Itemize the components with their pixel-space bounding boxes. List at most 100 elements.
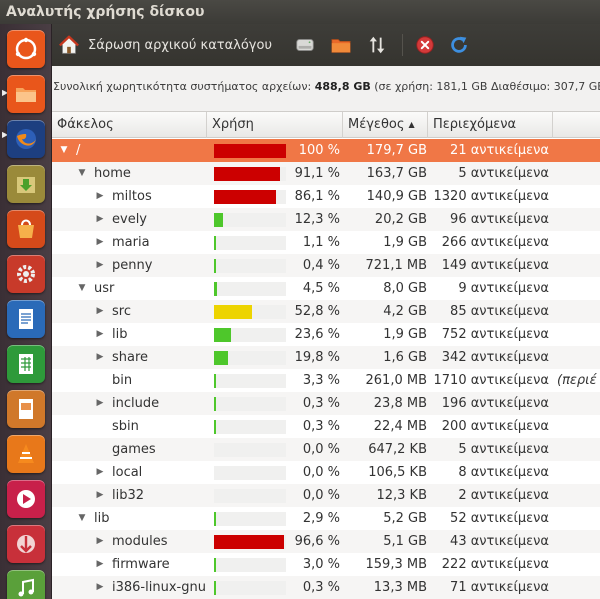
table-row[interactable]: ▶ lib32 0,0 % 12,3 KB 2 αντικείμενα — [52, 484, 600, 507]
dash-icon — [15, 37, 37, 60]
scan-folder-button[interactable] — [330, 32, 352, 58]
expand-arrow-icon[interactable]: ▶ — [94, 323, 106, 346]
folder-size: 5,1 GB — [383, 534, 427, 549]
usage-bar-fill — [214, 351, 228, 365]
table-row[interactable]: ▼ home 91,1 % 163,7 GB 5 αντικείμενα — [52, 162, 600, 185]
item-count: 5 αντικείμενα — [458, 166, 549, 181]
launcher-firefox-button[interactable] — [7, 120, 45, 158]
scan-filesystem-button[interactable] — [294, 32, 316, 58]
item-count: 200 αντικείμενα — [441, 419, 549, 434]
sort-button[interactable] — [366, 32, 388, 58]
writer-icon — [19, 309, 33, 329]
table-row[interactable]: ▶ local 0,0 % 106,5 KB 8 αντικείμενα — [52, 461, 600, 484]
usage-percent: 100 % — [298, 143, 340, 158]
item-count: 85 αντικείμενα — [450, 304, 549, 319]
expand-arrow-icon[interactable]: ▶ — [94, 484, 106, 507]
launcher-files-button[interactable] — [7, 75, 45, 113]
column-header-blank — [553, 112, 600, 138]
launcher-vlc-button[interactable] — [7, 435, 45, 473]
table-row[interactable]: games 0,0 % 647,2 KB 5 αντικείμενα — [52, 438, 600, 461]
expand-arrow-icon[interactable]: ▶ — [94, 346, 106, 369]
table-row[interactable]: sbin 0,3 % 22,4 MB 200 αντικείμενα — [52, 415, 600, 438]
folder-size: 1,9 GB — [383, 327, 427, 342]
expand-arrow-icon[interactable]: ▶ — [94, 461, 106, 484]
column-header-contents[interactable]: Περιεχόμενα — [428, 112, 553, 138]
table-row[interactable]: ▼ usr 4,5 % 8,0 GB 9 αντικείμενα — [52, 277, 600, 300]
column-header-folder[interactable]: Φάκελος — [52, 112, 207, 138]
expand-arrow-icon[interactable]: ▶ — [94, 392, 106, 415]
table-row[interactable]: ▶ maria 1,1 % 1,9 GB 266 αντικείμενα — [52, 231, 600, 254]
expand-arrow-icon[interactable]: ▶ — [94, 553, 106, 576]
item-count: 8 αντικείμενα — [458, 465, 549, 480]
usage-percent: 0,0 % — [302, 442, 340, 457]
table-row[interactable]: ▶ miltos 86,1 % 140,9 GB 1320 αντικείμενα — [52, 185, 600, 208]
table-row[interactable]: ▶ src 52,8 % 4,2 GB 85 αντικείμενα — [52, 300, 600, 323]
launcher-calc-button[interactable] — [7, 345, 45, 383]
table-row[interactable]: bin 3,3 % 261,0 MB 1710 αντικείμενα (περιέ — [52, 369, 600, 392]
usage-percent: 0,3 % — [302, 419, 340, 434]
collapse-arrow-icon[interactable]: ▼ — [76, 507, 88, 530]
launcher-bittorrent-button[interactable] — [7, 525, 45, 563]
folder-name-cell: sbin — [52, 415, 207, 438]
expand-arrow-icon[interactable]: ▶ — [94, 231, 106, 254]
usage-bar-fill — [214, 374, 216, 388]
firefox-icon — [16, 129, 36, 149]
launcher-writer-button[interactable] — [7, 300, 45, 338]
table-row[interactable]: ▶ include 0,3 % 23,8 MB 196 αντικείμενα — [52, 392, 600, 415]
table-row[interactable]: ▶ penny 0,4 % 721,1 MB 149 αντικείμενα — [52, 254, 600, 277]
folder-name: bin — [112, 373, 133, 388]
usage-percent: 0,3 % — [302, 580, 340, 595]
stop-button[interactable] — [414, 32, 436, 58]
usage-bar-fill — [214, 259, 216, 273]
table-row[interactable]: ▶ modules 96,6 % 5,1 GB 43 αντικείμενα — [52, 530, 600, 553]
launcher-impress-button[interactable] — [7, 390, 45, 428]
table-row[interactable]: ▶ firmware 3,0 % 159,3 MB 222 αντικείμενα — [52, 553, 600, 576]
table-row[interactable]: ▶ evely 12,3 % 20,2 GB 96 αντικείμενα — [52, 208, 600, 231]
expand-arrow-icon[interactable]: ▶ — [94, 254, 106, 277]
launcher-media-player-button[interactable] — [7, 480, 45, 518]
launcher-archive-installer-button[interactable] — [7, 165, 45, 203]
window-title: Αναλυτής χρήσης δίσκου — [0, 0, 600, 24]
launcher-music-button[interactable] — [7, 570, 45, 599]
usage-percent: 0,4 % — [302, 258, 340, 273]
folder-tree-table[interactable]: Φάκελος Χρήση Μέγεθος ▲ Περιεχόμενα ▼/100… — [52, 111, 600, 599]
collapse-arrow-icon[interactable]: ▼ — [76, 277, 88, 300]
expand-arrow-icon[interactable]: ▶ — [94, 530, 106, 553]
folder-name: modules — [112, 534, 168, 549]
files-icon — [16, 88, 36, 102]
table-row[interactable]: ▶ lib 23,6 % 1,9 GB 752 αντικείμενα — [52, 323, 600, 346]
vlc-icon — [18, 444, 34, 463]
usage-percent: 52,8 % — [294, 304, 340, 319]
launcher-dash-button[interactable] — [7, 30, 45, 68]
usage-percent: 0,0 % — [302, 465, 340, 480]
collapse-arrow-icon[interactable]: ▼ — [58, 139, 70, 162]
folder-name: sbin — [112, 419, 139, 434]
expand-arrow-icon[interactable]: ▶ — [94, 576, 106, 599]
table-row[interactable]: ▶ i386-linux-gnu 0,3 % 13,3 MB 71 αντικείμεν… — [52, 576, 600, 599]
folder-name-cell: ▶ i386-linux-gnu — [52, 576, 207, 599]
launcher-system-settings-button[interactable] — [7, 255, 45, 293]
table-row[interactable]: ▶ share 19,8 % 1,6 GB 342 αντικείμενα — [52, 346, 600, 369]
launcher-software-center-button[interactable] — [7, 210, 45, 248]
folder-name: games — [112, 442, 156, 457]
item-count: 2 αντικείμενα — [458, 488, 549, 503]
scan-home-button[interactable]: Σάρωση αρχικού καταλόγου — [58, 32, 272, 58]
folder-size: 179,7 GB — [366, 143, 427, 158]
launcher: ▶ ▶ — [0, 24, 52, 599]
refresh-button[interactable] — [448, 32, 470, 58]
item-count: 9 αντικείμενα — [458, 281, 549, 296]
expand-arrow-icon[interactable]: ▶ — [94, 300, 106, 323]
usage-bar-track — [214, 443, 286, 457]
expand-arrow-icon[interactable]: ▶ — [94, 185, 106, 208]
collapse-arrow-icon[interactable]: ▼ — [76, 162, 88, 185]
usage-bar-track — [214, 397, 286, 411]
table-row[interactable]: ▼/100 % 179,7 GB 21 αντικείμενα — [52, 139, 600, 162]
usage-bar-track — [214, 558, 286, 572]
folder-size: 106,5 KB — [368, 465, 427, 480]
expand-arrow-icon[interactable]: ▶ — [94, 208, 106, 231]
column-header-usage[interactable]: Χρήση — [207, 112, 343, 138]
column-header-size[interactable]: Μέγεθος ▲ — [343, 112, 428, 138]
usage-percent: 23,6 % — [294, 327, 340, 342]
folder-name: home — [94, 166, 131, 181]
table-row[interactable]: ▼ lib 2,9 % 5,2 GB 52 αντικείμενα — [52, 507, 600, 530]
